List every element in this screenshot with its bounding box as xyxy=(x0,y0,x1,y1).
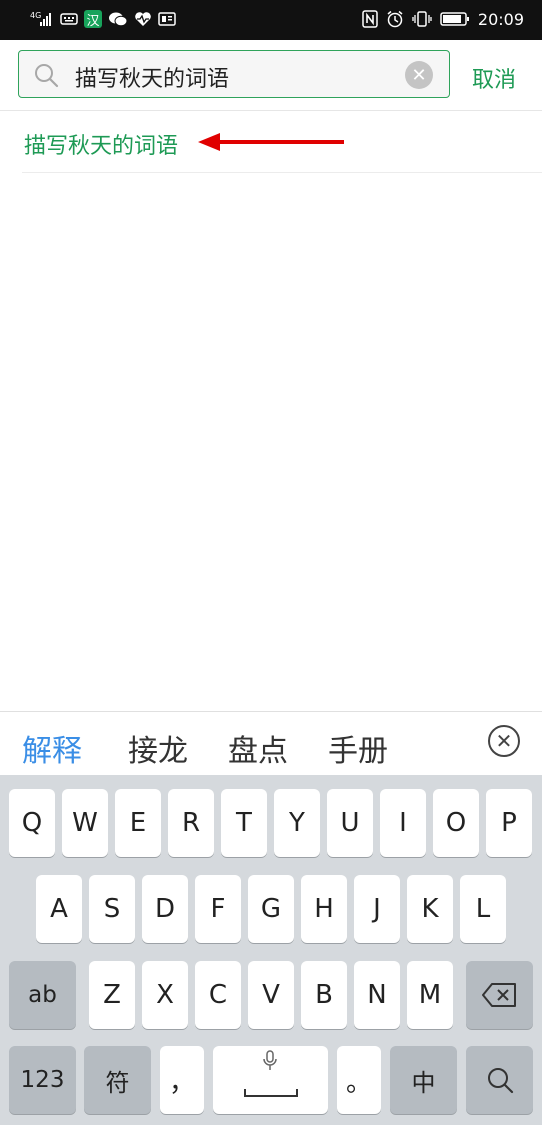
key-o[interactable]: O xyxy=(433,789,479,857)
key-g[interactable]: G xyxy=(248,875,294,943)
magnifier-icon xyxy=(33,62,59,88)
key-q[interactable]: Q xyxy=(9,789,55,857)
key-d[interactable]: D xyxy=(142,875,188,943)
key-z[interactable]: Z xyxy=(89,961,135,1029)
key-p[interactable]: P xyxy=(486,789,532,857)
search-header: 描写秋天的词语 ✕ 取消 xyxy=(0,40,542,111)
nfc-icon xyxy=(362,9,378,29)
key-u[interactable]: U xyxy=(327,789,373,857)
cancel-button[interactable]: 取消 xyxy=(472,62,516,94)
close-circle-icon[interactable]: ✕ xyxy=(488,725,520,757)
key-h[interactable]: H xyxy=(301,875,347,943)
key-lowercase-toggle[interactable]: ab xyxy=(9,961,76,1029)
candidate-inventory[interactable]: 盘点 xyxy=(228,726,288,770)
status-time: 20:09 xyxy=(477,9,524,29)
key-w[interactable]: W xyxy=(62,789,108,857)
key-i[interactable]: I xyxy=(380,789,426,857)
vibrate-icon xyxy=(412,9,432,29)
key-n[interactable]: N xyxy=(354,961,400,1029)
annotation-arrow-icon xyxy=(198,133,344,151)
search-key-icon xyxy=(487,1068,513,1094)
key-v[interactable]: V xyxy=(248,961,294,1029)
search-key[interactable] xyxy=(466,1046,533,1114)
alarm-icon xyxy=(386,9,404,29)
candidate-handbook[interactable]: 手册 xyxy=(328,726,388,770)
space-bar-icon xyxy=(243,1089,298,1097)
wechat-icon xyxy=(108,9,128,29)
key-y[interactable]: Y xyxy=(274,789,320,857)
key-f[interactable]: F xyxy=(195,875,241,943)
status-bar: 4G 汉 20:09 xyxy=(0,0,542,40)
han-app-icon: 汉 xyxy=(84,10,102,29)
keyboard-notification-icon xyxy=(60,9,78,29)
suggestion-text: 描写秋天的词语 xyxy=(24,134,179,159)
key-b[interactable]: B xyxy=(301,961,347,1029)
candidate-chain[interactable]: 接龙 xyxy=(128,726,188,770)
health-heart-icon xyxy=(134,9,152,29)
status-left-icons: 4G 汉 xyxy=(30,9,176,29)
clear-circle-icon[interactable]: ✕ xyxy=(405,61,433,89)
candidate-bar: 解释 接龙 盘点 手册 ✕ xyxy=(0,711,542,776)
signal-icon: 4G xyxy=(30,9,54,29)
key-t[interactable]: T xyxy=(221,789,267,857)
network-label: 4G xyxy=(30,11,41,20)
candidate-explain[interactable]: 解释 xyxy=(22,726,82,770)
key-e[interactable]: E xyxy=(115,789,161,857)
search-box[interactable]: 描写秋天的词语 ✕ xyxy=(18,50,450,98)
search-input[interactable]: 描写秋天的词语 xyxy=(75,61,229,93)
key-r[interactable]: R xyxy=(168,789,214,857)
key-a[interactable]: A xyxy=(36,875,82,943)
microphone-icon xyxy=(263,1050,277,1070)
key-period[interactable]: 。 xyxy=(337,1046,381,1114)
key-language-toggle[interactable]: 中 xyxy=(390,1046,457,1114)
key-k[interactable]: K xyxy=(407,875,453,943)
key-numbers[interactable]: 123 xyxy=(9,1046,76,1114)
key-m[interactable]: M xyxy=(407,961,453,1029)
battery-icon xyxy=(440,9,470,29)
status-right-icons: 20:09 xyxy=(362,9,524,29)
key-x[interactable]: X xyxy=(142,961,188,1029)
key-s[interactable]: S xyxy=(89,875,135,943)
backspace-key[interactable] xyxy=(466,961,533,1029)
key-l[interactable]: L xyxy=(460,875,506,943)
key-comma[interactable]: ， xyxy=(160,1046,204,1114)
key-c[interactable]: C xyxy=(195,961,241,1029)
backspace-icon xyxy=(481,983,516,1007)
news-app-icon xyxy=(158,9,176,29)
key-symbols[interactable]: 符 xyxy=(84,1046,151,1114)
key-j[interactable]: J xyxy=(354,875,400,943)
